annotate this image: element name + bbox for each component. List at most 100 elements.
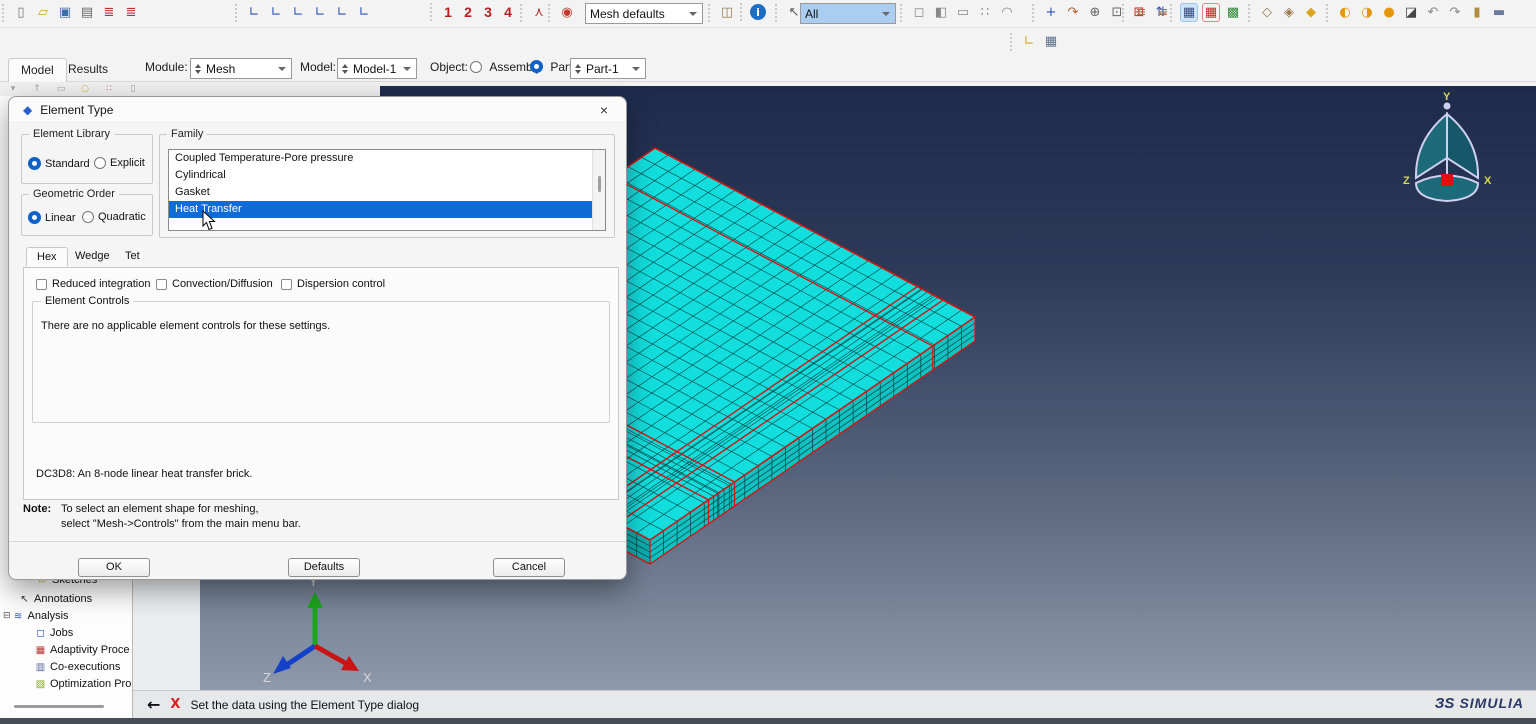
dashed-box-icon[interactable]: ▭ — [954, 3, 972, 22]
hidden-line-cube-icon[interactable]: ◈ — [1280, 3, 1298, 22]
family-item[interactable]: Cylindrical — [169, 167, 605, 184]
selection-scope-combo[interactable]: All — [800, 3, 896, 24]
csys-view-3-icon[interactable]: ∟ — [289, 3, 307, 22]
reduced-integration-option[interactable]: Reduced integration — [36, 278, 150, 290]
tree-bulb-icon[interactable]: ○ — [78, 83, 92, 95]
tree-collapse-icon[interactable]: ▾ — [6, 83, 20, 95]
info-icon[interactable]: i — [750, 4, 766, 20]
cancel-button[interactable]: Cancel — [493, 558, 565, 577]
tab-wedge[interactable]: Wedge — [65, 247, 120, 267]
assembly-radio[interactable] — [470, 61, 482, 73]
collapse-icon[interactable]: ⊟ — [3, 611, 11, 621]
family-item[interactable]: Coupled Temperature-Pore pressure — [169, 150, 605, 167]
wireframe-cube-icon[interactable]: ◇ — [1258, 3, 1276, 22]
view-compass[interactable]: Y Z X — [1385, 88, 1505, 208]
render-cube-dropdown-icon[interactable]: ◫ — [718, 3, 736, 22]
color-code-icon[interactable]: ◪ — [1402, 3, 1420, 22]
print-icon[interactable]: ▤ — [78, 3, 96, 22]
quadratic-radio[interactable] — [82, 211, 94, 223]
tab-results[interactable]: Results — [56, 58, 120, 82]
csys-view-4-icon[interactable]: ∟ — [311, 3, 329, 22]
family-item-selected[interactable]: Heat Transfer — [169, 201, 605, 218]
view-1-button[interactable]: 1 — [440, 4, 456, 20]
part-spinner[interactable] — [575, 61, 581, 77]
linear-radio[interactable] — [28, 211, 41, 224]
tree-horizontal-scrollbar[interactable] — [14, 705, 104, 708]
venn-dot-icon[interactable]: ● — [1380, 3, 1398, 22]
tree-column-icon[interactable]: ▯ — [126, 83, 140, 95]
csys-view-1-icon[interactable]: ∟ — [245, 3, 263, 22]
reduced-integration-checkbox[interactable] — [36, 279, 47, 290]
mesh-cube-part-icon[interactable]: ▩ — [1224, 3, 1242, 22]
standard-radio[interactable] — [28, 157, 41, 170]
pan-icon[interactable]: + — [1042, 3, 1060, 22]
view-3-button[interactable]: 3 — [480, 4, 496, 20]
shaded-cube-icon[interactable]: ◆ — [1302, 3, 1320, 22]
tree-item-adaptivity[interactable]: ▦ Adaptivity Proce — [0, 642, 133, 658]
session-export-icon[interactable]: ≣ — [122, 3, 140, 22]
tree-item-jobs[interactable]: ◻ Jobs — [0, 625, 133, 641]
explicit-option[interactable]: Explicit — [94, 157, 145, 169]
module-spinner[interactable] — [195, 61, 201, 77]
linear-option[interactable]: Linear — [28, 211, 76, 224]
tree-nodes-icon[interactable]: ∷ — [102, 83, 116, 95]
cancel-prompt-icon[interactable]: X — [170, 697, 180, 712]
family-list[interactable]: Coupled Temperature-Pore pressure Cylind… — [168, 149, 606, 231]
venn-intersect-icon[interactable]: ◐ — [1336, 3, 1354, 22]
part-combo[interactable]: Part-1 — [570, 58, 646, 79]
replace-selected-icon[interactable]: ◻ — [910, 3, 928, 22]
dialog-titlebar[interactable]: ◆ Element Type × — [9, 97, 626, 123]
csys-view-2-icon[interactable]: ∟ — [267, 3, 285, 22]
tree-item-coexecutions[interactable]: ▥ Co-executions — [0, 659, 133, 675]
tree-up-icon[interactable]: ↑ — [30, 83, 44, 95]
color-palette-icon[interactable]: ◉ — [558, 3, 576, 22]
manager-dialog-icon[interactable]: ▦ — [1042, 32, 1060, 51]
undo-icon[interactable]: ↶ — [1424, 3, 1442, 22]
show-nodes-icon[interactable]: ∷ — [976, 3, 994, 22]
convection-diffusion-checkbox[interactable] — [156, 279, 167, 290]
quadratic-option[interactable]: Quadratic — [82, 211, 146, 223]
open-file-icon[interactable]: ▱ — [34, 3, 52, 22]
family-item[interactable]: Gasket — [169, 184, 605, 201]
defaults-button[interactable]: Defaults — [288, 558, 360, 577]
close-icon[interactable]: × — [592, 100, 616, 120]
csys-view-6-icon[interactable]: ∟ — [355, 3, 373, 22]
show-curve-icon[interactable]: ◠ — [998, 3, 1016, 22]
query-partition-icon[interactable]: ∟ — [1020, 32, 1038, 51]
tree-frame-icon[interactable]: ▭ — [54, 83, 68, 95]
back-arrow-icon[interactable]: ← — [147, 695, 160, 714]
cube-display-icon[interactable]: ◧ — [932, 3, 950, 22]
color-code-combo[interactable]: Mesh defaults — [585, 3, 703, 24]
part-radio[interactable] — [530, 60, 543, 73]
tab-hex[interactable]: Hex — [26, 247, 68, 267]
tree-item-annotations[interactable]: ↖ Annotations — [0, 591, 133, 607]
object-part-option[interactable]: Part: — [530, 60, 576, 74]
tab-tet[interactable]: Tet — [115, 247, 150, 267]
mesh-cube-seed-icon[interactable]: ▦ — [1202, 3, 1220, 22]
zoom-icon[interactable]: ⊕ — [1086, 3, 1104, 22]
model-spinner[interactable] — [342, 61, 348, 77]
redo-icon[interactable]: ↷ — [1446, 3, 1464, 22]
standard-option[interactable]: Standard — [28, 157, 90, 170]
dispersion-control-checkbox[interactable] — [281, 279, 292, 290]
save-icon[interactable]: ▣ — [56, 3, 74, 22]
venn-union-icon[interactable]: ◑ — [1358, 3, 1376, 22]
views-panel-icon[interactable]: ▬ — [1490, 3, 1508, 22]
session-import-icon[interactable]: ≣ — [100, 3, 118, 22]
explicit-radio[interactable] — [94, 157, 106, 169]
family-scrollbar[interactable] — [592, 150, 605, 230]
new-file-icon[interactable]: ▯ — [12, 3, 30, 22]
rotate-view-icon[interactable]: ↷ — [1064, 3, 1082, 22]
ladder-icon[interactable]: ≡ — [1132, 3, 1150, 22]
stamp-icon[interactable]: ▮ — [1468, 3, 1486, 22]
dispersion-control-option[interactable]: Dispersion control — [281, 278, 385, 290]
view-4-button[interactable]: 4 — [500, 4, 516, 20]
csys-custom-icon[interactable]: ⋏ — [530, 3, 548, 22]
csys-view-5-icon[interactable]: ∟ — [333, 3, 351, 22]
tree-item-optimization[interactable]: ▧ Optimization Pro — [0, 676, 133, 692]
view-2-button[interactable]: 2 — [460, 4, 476, 20]
mesh-cube-active-icon[interactable]: ▦ — [1180, 3, 1198, 22]
tree-item-analysis[interactable]: ⊟ ≋ Analysis — [0, 608, 133, 624]
ok-button[interactable]: OK — [78, 558, 150, 577]
convection-diffusion-option[interactable]: Convection/Diffusion — [156, 278, 273, 290]
